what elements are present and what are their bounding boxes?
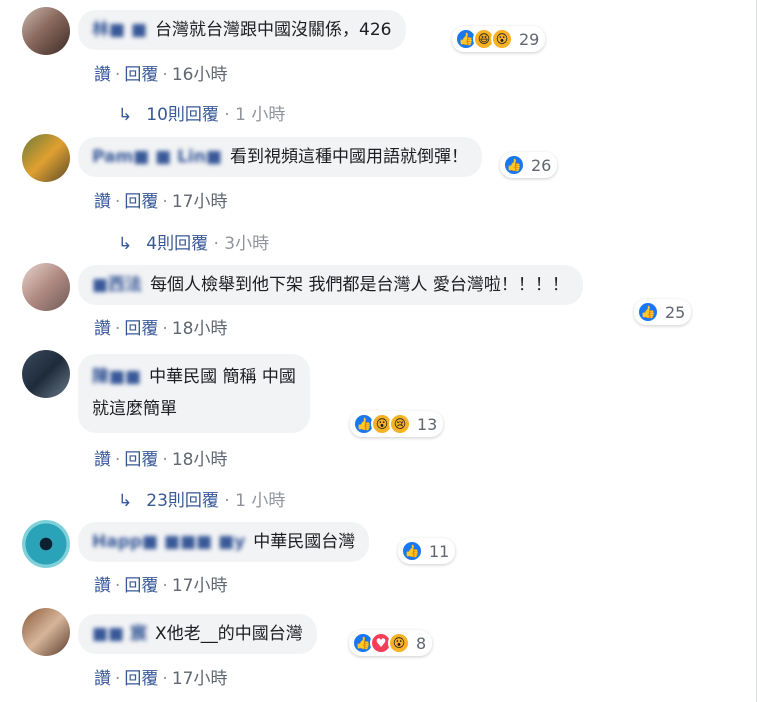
- replies-count[interactable]: 23則回覆: [146, 491, 219, 511]
- comment-bubble: ■■ 宸 X他老__的中國台灣: [78, 614, 317, 654]
- reaction-summary[interactable]: 👍 25: [634, 299, 692, 325]
- like-reaction-icon: 👍: [503, 154, 525, 176]
- replies-count[interactable]: 4則回覆: [146, 234, 208, 254]
- comment-bubble: 林■ ■ 台灣就台灣跟中國沒關係，426: [78, 10, 406, 50]
- avatar[interactable]: [22, 608, 70, 656]
- sad-reaction-icon: 😢: [389, 413, 411, 435]
- wow-reaction-icon: 😮: [491, 28, 513, 50]
- reaction-summary[interactable]: 👍 ♥ 😮 8: [349, 630, 433, 656]
- comment-author[interactable]: Pam■ ■ Lin■: [92, 147, 222, 167]
- reply-arrow-icon: ↳: [118, 491, 133, 511]
- comment-author[interactable]: 林■ ■: [92, 20, 147, 40]
- replies-count[interactable]: 10則回覆: [146, 105, 219, 125]
- replies-time: 1 小時: [235, 491, 286, 511]
- reaction-count: 25: [665, 302, 686, 322]
- comment-time[interactable]: 17小時: [172, 576, 228, 596]
- reaction-summary[interactable]: 👍 11: [398, 538, 456, 564]
- comment-time[interactable]: 18小時: [172, 450, 228, 470]
- avatar[interactable]: [22, 263, 70, 311]
- like-link[interactable]: 讚: [94, 450, 111, 470]
- reply-link[interactable]: 回覆: [124, 319, 158, 339]
- replies-time: 1 小時: [235, 105, 286, 125]
- reaction-count: 13: [417, 414, 438, 434]
- comment-text: 中華民國台灣: [253, 532, 356, 552]
- reply-link[interactable]: 回覆: [124, 450, 158, 470]
- comment-bubble: Happ■ ■■■ ■y 中華民國台灣: [78, 522, 370, 562]
- reaction-count: 29: [519, 29, 540, 49]
- comment-text: 台灣就台灣跟中國沒關係，426: [155, 20, 392, 40]
- comment-author[interactable]: Happ■ ■■■ ■y: [92, 532, 245, 552]
- reply-link[interactable]: 回覆: [124, 669, 158, 689]
- reaction-count: 8: [416, 633, 427, 653]
- comment-text: X他老__的中國台灣: [155, 624, 303, 644]
- comment-bubble: Pam■ ■ Lin■ 看到視頻這種中國用語就倒彈！: [78, 137, 482, 177]
- comment-time[interactable]: 18小時: [172, 319, 228, 339]
- like-reaction-icon: 👍: [637, 301, 659, 323]
- reaction-count: 11: [429, 541, 450, 561]
- reaction-count: 26: [531, 155, 552, 175]
- comment-actions: 讚 · 回覆 · 17小時: [94, 669, 228, 689]
- reply-link[interactable]: 回覆: [124, 192, 158, 212]
- comment-time[interactable]: 17小時: [172, 669, 228, 689]
- comment-actions: 讚 · 回覆 · 18小時: [94, 450, 228, 470]
- replies-time: 3小時: [224, 234, 270, 254]
- like-link[interactable]: 讚: [94, 192, 111, 212]
- comment-author[interactable]: ■西法: [92, 275, 142, 295]
- reply-arrow-icon: ↳: [118, 105, 133, 125]
- reaction-summary[interactable]: 👍 😮 😢 13: [350, 411, 444, 437]
- avatar[interactable]: [22, 134, 70, 182]
- comment-time[interactable]: 17小時: [172, 192, 228, 212]
- wow-reaction-icon: 😮: [388, 632, 410, 654]
- view-replies[interactable]: ↳ 10則回覆 · 1 小時: [118, 100, 285, 125]
- comment-text: 每個人檢舉到他下架 我們都是台灣人 愛台灣啦！！！！: [150, 275, 569, 295]
- like-reaction-icon: 👍: [401, 540, 423, 562]
- reply-arrow-icon: ↳: [118, 234, 133, 254]
- reply-link[interactable]: 回覆: [124, 576, 158, 596]
- reply-link[interactable]: 回覆: [124, 65, 158, 85]
- view-replies[interactable]: ↳ 4則回覆 · 3小時: [118, 229, 269, 254]
- avatar[interactable]: [22, 350, 70, 398]
- comment-text-line2: 就這麼簡單: [92, 399, 177, 419]
- comment-text-line1: 中華民國 簡稱 中國: [149, 367, 296, 387]
- reaction-summary[interactable]: 👍 😆 😮 29: [452, 26, 546, 52]
- like-link[interactable]: 讚: [94, 65, 111, 85]
- comment-text: 看到視頻這種中國用語就倒彈！: [229, 147, 468, 167]
- comment-author[interactable]: 陳■■: [92, 367, 141, 387]
- comment-actions: 讚 · 回覆 · 17小時: [94, 576, 228, 596]
- comment-bubble: 陳■■ 中華民國 簡稱 中國 就這麼簡單: [78, 354, 310, 433]
- comment-actions: 讚 · 回覆 · 18小時: [94, 319, 228, 339]
- comment-bubble: ■西法 每個人檢舉到他下架 我們都是台灣人 愛台灣啦！！！！: [78, 265, 583, 305]
- reaction-summary[interactable]: 👍 26: [500, 152, 558, 178]
- comment-actions: 讚 · 回覆 · 16小時: [94, 65, 228, 85]
- avatar[interactable]: [22, 7, 70, 55]
- comment-actions: 讚 · 回覆 · 17小時: [94, 192, 228, 212]
- avatar[interactable]: [22, 520, 70, 568]
- comment-author[interactable]: ■■ 宸: [92, 624, 147, 644]
- like-link[interactable]: 讚: [94, 319, 111, 339]
- comment-time[interactable]: 16小時: [172, 65, 228, 85]
- like-link[interactable]: 讚: [94, 576, 111, 596]
- like-link[interactable]: 讚: [94, 669, 111, 689]
- view-replies[interactable]: ↳ 23則回覆 · 1 小時: [118, 486, 285, 511]
